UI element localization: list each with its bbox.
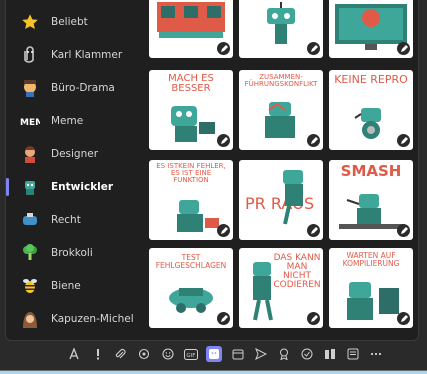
designer-icon bbox=[20, 144, 40, 164]
sticker-category-sidebar: Beliebt Karl Klammer Büro-Drama MEME Mem… bbox=[6, 0, 140, 340]
approvals-icon[interactable] bbox=[299, 346, 315, 362]
law-icon bbox=[20, 210, 40, 230]
svg-text:MEME: MEME bbox=[20, 118, 40, 127]
more-icon[interactable] bbox=[368, 346, 384, 362]
bee-icon bbox=[20, 276, 40, 296]
sticker-item[interactable] bbox=[149, 0, 233, 58]
sticker-item[interactable]: DAS KANN MAN NICHT CODIEREN bbox=[239, 248, 323, 328]
category-label: Beliebt bbox=[51, 15, 88, 28]
sticker-item[interactable]: MACH ES BESSER bbox=[149, 70, 233, 150]
send-icon[interactable] bbox=[253, 346, 269, 362]
developer-icon bbox=[20, 177, 40, 197]
sticker-icon[interactable] bbox=[206, 346, 222, 362]
edit-pencil-icon[interactable] bbox=[397, 42, 410, 55]
attach-icon[interactable] bbox=[112, 346, 128, 362]
broccoli-icon bbox=[20, 243, 40, 263]
format-icon[interactable] bbox=[66, 346, 82, 362]
sticker-item[interactable]: SMASH bbox=[329, 160, 413, 240]
emoji-icon[interactable] bbox=[160, 346, 176, 362]
category-label: Recht bbox=[51, 213, 81, 226]
edit-pencil-icon[interactable] bbox=[217, 224, 230, 237]
edit-pencil-icon[interactable] bbox=[307, 312, 320, 325]
edit-pencil-icon[interactable] bbox=[307, 134, 320, 147]
sticker-item[interactable]: ES ISTKEIN FEHLER, ES IST EINE FUNKTION bbox=[149, 160, 233, 240]
category-label: Entwickler bbox=[51, 180, 114, 193]
drama-icon bbox=[20, 78, 40, 98]
sticker-item[interactable] bbox=[239, 0, 323, 58]
category-label: Designer bbox=[51, 147, 99, 160]
edit-pencil-icon[interactable] bbox=[307, 42, 320, 55]
meme-icon: MEME bbox=[20, 111, 40, 131]
category-label: Büro-Drama bbox=[51, 81, 115, 94]
notes-icon[interactable] bbox=[345, 346, 361, 362]
category-label: Biene bbox=[51, 279, 81, 292]
category-recht[interactable]: Recht bbox=[6, 203, 140, 236]
sticker-item[interactable]: TEST FEHLGESCHLAGEN bbox=[149, 248, 233, 328]
category-kapuzen-michel[interactable]: Kapuzen-Michel bbox=[6, 302, 140, 335]
category-brokkoli[interactable]: Brokkoli bbox=[6, 236, 140, 269]
category-biene[interactable]: Biene bbox=[6, 269, 140, 302]
category-meme[interactable]: MEME Meme bbox=[6, 104, 140, 137]
edit-pencil-icon[interactable] bbox=[307, 224, 320, 237]
category-label: Karl Klammer bbox=[51, 48, 123, 61]
edit-pencil-icon[interactable] bbox=[217, 134, 230, 147]
edit-pencil-icon[interactable] bbox=[397, 134, 410, 147]
praise-icon[interactable] bbox=[276, 346, 292, 362]
edit-pencil-icon[interactable] bbox=[397, 312, 410, 325]
svg-text:GIF: GIF bbox=[186, 353, 195, 359]
sticker-grid: MACH ES BESSER ZUSAMMEN-FÜHRUNGSKONFLIKT… bbox=[145, 0, 415, 340]
sticker-item[interactable]: ZUSAMMEN-FÜHRUNGSKONFLIKT bbox=[239, 70, 323, 150]
category-karl-klammer[interactable]: Karl Klammer bbox=[6, 38, 140, 71]
loop-icon[interactable] bbox=[136, 346, 152, 362]
star-icon bbox=[20, 12, 40, 32]
tasks-icon[interactable] bbox=[322, 346, 338, 362]
category-beliebt[interactable]: Beliebt bbox=[6, 5, 140, 38]
schedule-icon[interactable] bbox=[230, 346, 246, 362]
category-label: Kapuzen-Michel bbox=[51, 312, 134, 325]
category-label: Brokkoli bbox=[51, 246, 93, 259]
paperclip-icon bbox=[20, 45, 40, 65]
edit-pencil-icon[interactable] bbox=[397, 224, 410, 237]
hooded-person-icon bbox=[20, 309, 40, 329]
sticker-item[interactable]: WARTEN AUF KOMPILIERUNG bbox=[329, 248, 413, 328]
sticker-item[interactable] bbox=[329, 0, 413, 58]
edit-pencil-icon[interactable] bbox=[217, 312, 230, 325]
edit-pencil-icon[interactable] bbox=[217, 42, 230, 55]
priority-icon[interactable] bbox=[90, 346, 106, 362]
category-label: Meme bbox=[51, 114, 84, 127]
category-designer[interactable]: Designer bbox=[6, 137, 140, 170]
sticker-item[interactable]: PR RAUS bbox=[239, 160, 323, 240]
sticker-item[interactable]: KEINE REPRO bbox=[329, 70, 413, 150]
category-buero-drama[interactable]: Büro-Drama bbox=[6, 71, 140, 104]
sticker-picker-panel: Beliebt Karl Klammer Büro-Drama MEME Mem… bbox=[5, 0, 419, 341]
gif-icon[interactable]: GIF bbox=[183, 346, 199, 362]
category-entwickler[interactable]: Entwickler bbox=[6, 170, 140, 203]
